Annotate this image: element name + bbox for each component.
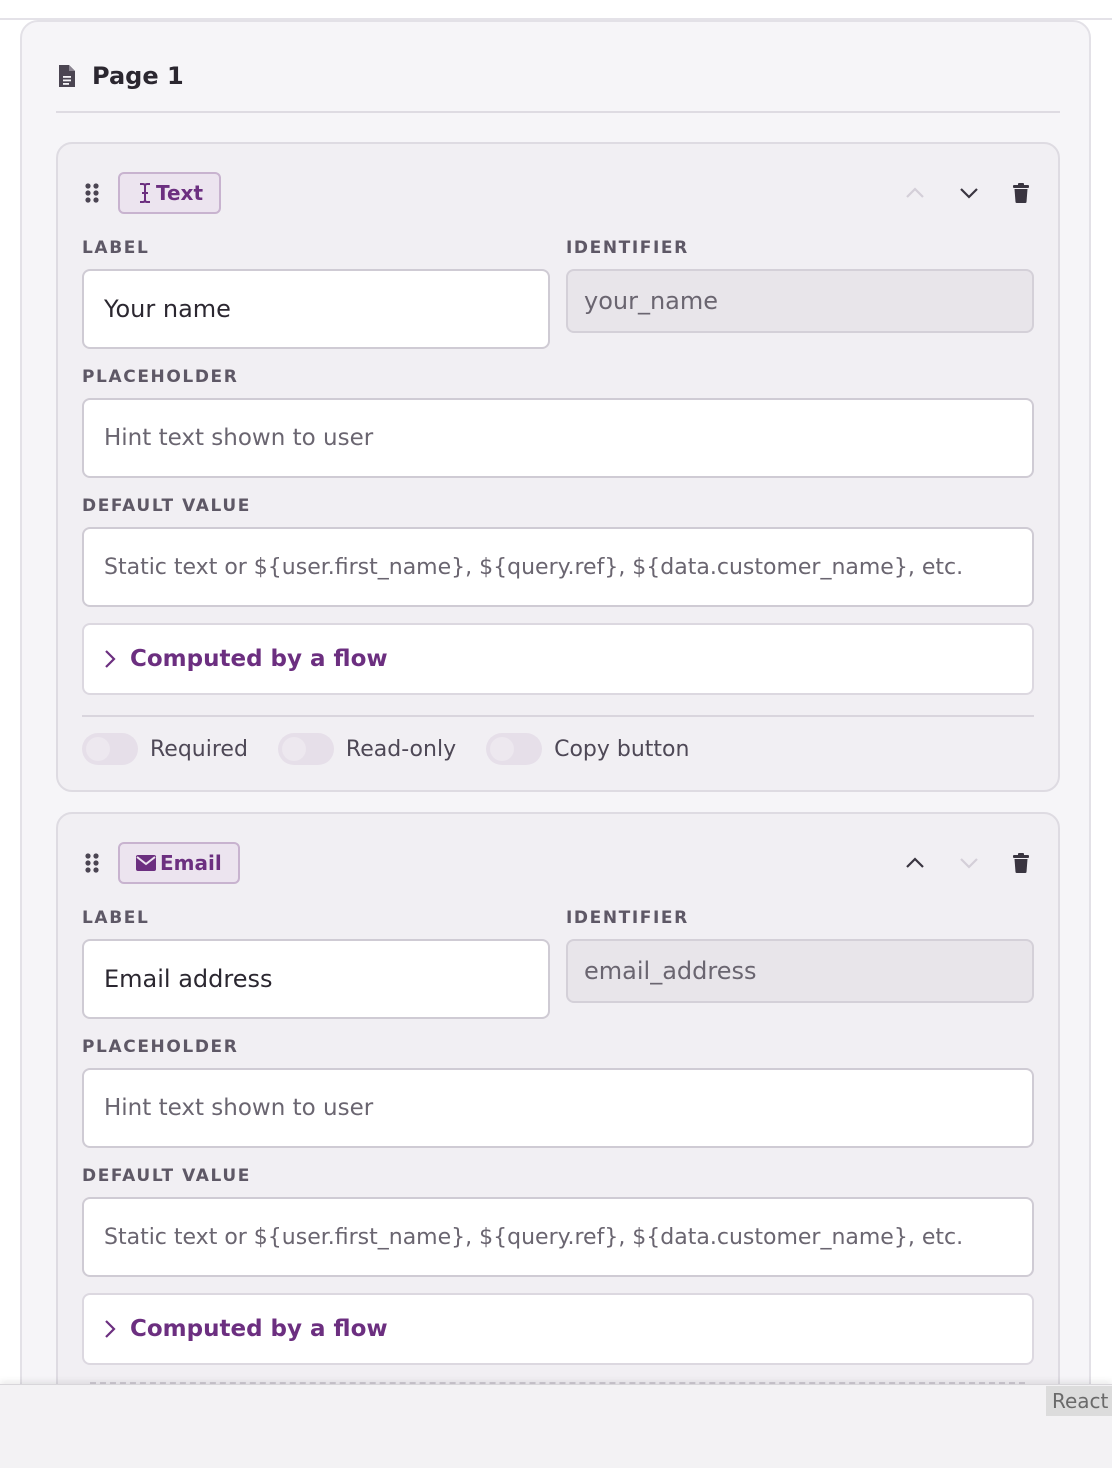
move-down-button[interactable] [956,850,982,876]
chevron-down-icon [960,188,978,199]
computed-by-flow-toggle[interactable]: Computed by a flow [82,623,1034,695]
envelope-icon [136,855,156,871]
read-only-toggle[interactable] [277,733,334,765]
page-card: Page 1 Text LABEL IDENTIFIER Your name y… [20,20,1091,1384]
required-option: Required [82,733,248,765]
label-heading: LABEL [82,238,150,258]
delete-field-button[interactable] [1008,850,1034,876]
drag-handle-icon[interactable] [82,183,102,203]
drag-handle-icon[interactable] [82,853,102,873]
move-down-button[interactable] [956,180,982,206]
placeholder-input[interactable]: Hint text shown to user [82,1068,1034,1148]
default-value-input[interactable]: Static text or ${user.first_name}, ${que… [82,527,1034,607]
file-text-icon [59,65,75,87]
default-value-input[interactable]: Static text or ${user.first_name}, ${que… [82,1197,1034,1277]
placeholder-heading: PLACEHOLDER [82,1037,239,1057]
field-card-text: Text LABEL IDENTIFIER Your name your_nam… [56,142,1060,792]
field-type-label: Email [160,851,222,875]
identifier-heading: IDENTIFIER [566,908,689,928]
options-divider [82,715,1034,717]
identifier-field: your_name [566,269,1034,333]
identifier-heading: IDENTIFIER [566,238,689,258]
trash-icon [1013,853,1029,873]
read-only-label: Read-only [345,736,457,762]
text-cursor-icon [140,183,150,203]
copy-button-option: Copy button [486,733,689,765]
required-toggle[interactable] [82,733,138,765]
chevron-right-icon [105,650,116,668]
placeholder-heading: PLACEHOLDER [82,367,239,387]
computed-by-flow-toggle[interactable]: Computed by a flow [82,1293,1034,1365]
field-type-chip[interactable]: Email [118,842,240,884]
default-value-heading: DEFAULT VALUE [82,496,251,516]
page-divider [56,111,1060,113]
react-devtools-badge[interactable]: React D [1046,1386,1112,1416]
page-title: Page 1 [92,62,184,90]
move-up-button[interactable] [902,180,928,206]
field-card-toolbar: Email [82,842,1034,884]
move-up-button[interactable] [902,850,928,876]
copy-button-toggle[interactable] [486,733,543,765]
field-type-label: Text [156,181,204,205]
copy-button-label: Copy button [554,736,690,762]
placeholder-input[interactable]: Hint text shown to user [82,398,1034,478]
page-header: Page 1 [56,56,1060,96]
identifier-field: email_address [566,939,1034,1003]
read-only-option: Read-only [277,733,457,765]
devtools-strip [0,1384,1112,1468]
chevron-up-icon [906,187,924,198]
label-input[interactable]: Email address [82,939,550,1019]
chevron-down-icon [960,858,978,869]
field-card-email: Email LABEL IDENTIFIER Email address ema… [56,812,1060,1384]
label-heading: LABEL [82,908,150,928]
chevron-right-icon [105,1320,116,1338]
label-input[interactable]: Your name [82,269,550,349]
field-type-chip[interactable]: Text [118,172,222,214]
computed-by-flow-label: Computed by a flow [130,646,388,672]
form-builder-viewport: Page 1 Text LABEL IDENTIFIER Your name y… [0,0,1112,1384]
chevron-up-icon [906,857,924,868]
required-label: Required [150,736,248,762]
field-options: Required Read-only Copy button [82,732,719,766]
trash-icon [1013,183,1029,203]
delete-field-button[interactable] [1008,180,1034,206]
field-card-toolbar: Text [82,172,1034,214]
computed-by-flow-label: Computed by a flow [130,1316,388,1342]
default-value-heading: DEFAULT VALUE [82,1166,251,1186]
